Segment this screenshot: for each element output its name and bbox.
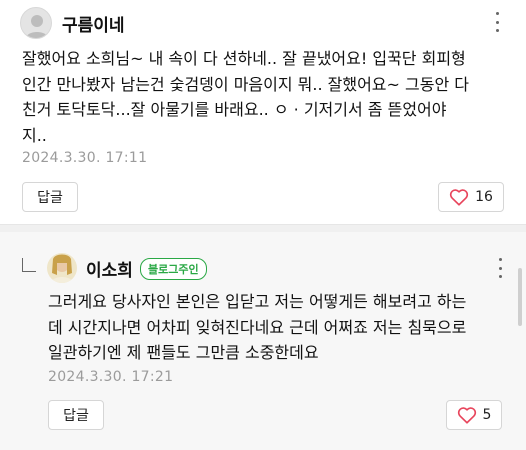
comment-text: 잘했어요 소희님~ 내 속이 다 션하네.. 잘 끝냈어요! 입꾹단 회피형 인… (22, 49, 469, 145)
reply-button-label: 답글 (37, 190, 63, 206)
avatar[interactable] (20, 7, 52, 39)
more-options-icon[interactable] (497, 258, 503, 278)
heart-icon (449, 189, 469, 206)
comment-date: 2024.3.30. 17:21 (48, 369, 174, 385)
like-button[interactable]: 5 (446, 400, 502, 430)
comment-text: 그러게요 당사자인 본인은 입닫고 저는 어떻게든 해보려고 하는 데 시간지나… (48, 292, 467, 362)
comment-author[interactable]: 구름이네 (62, 11, 125, 36)
blog-owner-badge: 블로그주인 (140, 258, 207, 280)
like-count: 5 (482, 407, 492, 423)
comment-divider (0, 224, 526, 232)
avatar[interactable] (47, 253, 77, 283)
more-options-icon[interactable] (494, 12, 500, 32)
default-user-avatar-icon (26, 15, 48, 38)
profile-photo-avatar-icon (47, 253, 77, 283)
like-button[interactable]: 16 (438, 182, 504, 212)
comment-author[interactable]: 이소희 (86, 256, 133, 281)
reply-button[interactable]: 답글 (22, 182, 78, 212)
reply-button-label: 답글 (63, 408, 89, 424)
heart-icon (457, 407, 476, 424)
reply-button[interactable]: 답글 (48, 400, 104, 430)
comment-date: 2024.3.30. 17:11 (22, 150, 148, 166)
comment-item: 구름이네 잘했어요 소희님~ 내 속이 다 션하네.. 잘 끝냈어요! 입꾹단 … (0, 0, 526, 224)
like-count: 16 (475, 189, 493, 205)
scrollbar[interactable] (518, 268, 522, 326)
reply-arrow-icon (22, 258, 36, 272)
